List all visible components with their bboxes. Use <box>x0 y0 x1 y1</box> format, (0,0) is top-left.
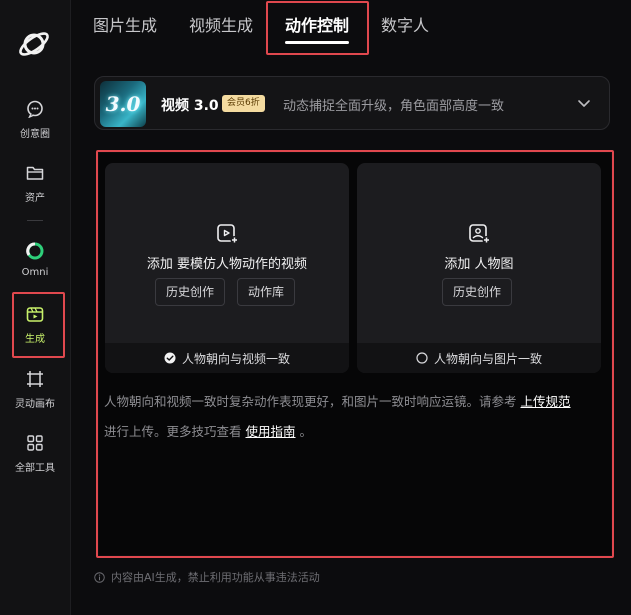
model-thumbnail: 3.0 <box>100 81 146 127</box>
add-image-icon <box>469 224 491 244</box>
upload-image-title: 添加 人物图 <box>444 257 514 272</box>
sidebar-item-label: 资产 <box>25 193 45 204</box>
checked-circle-icon <box>164 352 176 364</box>
sidebar-item-label: 全部工具 <box>15 463 55 474</box>
upload-video-card[interactable]: 添加 要模仿人物动作的视频 历史创作 动作库 人物朝向与视频一致 <box>105 163 349 373</box>
app-logo-icon[interactable] <box>16 26 52 62</box>
sidebar-item-all-tools[interactable]: 全部工具 <box>0 432 70 482</box>
sidebar-item-label: 生成 <box>25 334 45 345</box>
upload-image-card[interactable]: 添加 人物图 历史创作 人物朝向与图片一致 <box>357 163 601 373</box>
tips-text-3: 。 <box>299 424 313 439</box>
sidebar-item-label: 创意圈 <box>20 129 50 140</box>
member-discount-badge: 会员6折 <box>222 95 265 112</box>
model-name: 视频 3.0 <box>161 98 219 114</box>
sidebar-item-canvas[interactable]: 灵动画布 <box>0 368 70 418</box>
upload-panel: 添加 要模仿人物动作的视频 历史创作 动作库 人物朝向与视频一致 添加 人物图 … <box>99 153 611 555</box>
sidebar-item-community[interactable]: 创意圈 <box>0 98 70 148</box>
add-video-icon <box>217 224 239 244</box>
history-creation-button[interactable]: 历史创作 <box>442 278 513 306</box>
motion-library-button[interactable]: 动作库 <box>237 278 296 306</box>
tips-text-1: 人物朝向和视频一致时复杂动作表现更好，和图片一致时响应运镜。请参考 <box>104 394 517 409</box>
orientation-video-label: 人物朝向与视频一致 <box>181 351 290 366</box>
grid-apps-icon <box>27 435 43 451</box>
upload-tips: 人物朝向和视频一致时复杂动作表现更好，和图片一致时响应运镜。请参考 上传规范 进… <box>104 387 604 447</box>
generate-icon <box>26 307 44 322</box>
sidebar-item-assets[interactable]: 资产 <box>0 162 70 212</box>
sidebar-item-label: 灵动画布 <box>15 399 55 410</box>
disclaimer-text: 内容由AI生成，禁止利用功能从事违法活动 <box>111 571 320 584</box>
upload-video-title: 添加 要模仿人物动作的视频 <box>146 257 308 272</box>
upload-spec-link[interactable]: 上传规范 <box>521 394 571 409</box>
tab-image-generation[interactable]: 图片生成 <box>93 12 157 36</box>
sidebar-item-omni[interactable]: Omni <box>0 240 70 290</box>
model-selector[interactable]: 3.0 视频 3.0 会员6折 动态捕捉全面升级，角色面部高度一致 <box>94 76 610 130</box>
chevron-down-icon[interactable] <box>577 96 591 110</box>
sidebar-item-generate[interactable]: 生成 <box>0 303 70 353</box>
orientation-match-image-option[interactable]: 人物朝向与图片一致 <box>357 343 601 373</box>
tab-video-generation[interactable]: 视频生成 <box>189 12 253 36</box>
info-icon <box>94 571 105 583</box>
orientation-match-video-option[interactable]: 人物朝向与视频一致 <box>105 343 349 373</box>
canvas-frame-icon <box>27 371 43 387</box>
active-tab-highlight <box>266 1 369 55</box>
ai-disclaimer: 内容由AI生成，禁止利用功能从事违法活动 <box>94 569 320 585</box>
tips-text-2: 进行上传。更多技巧查看 <box>104 424 242 439</box>
chat-bubble-icon <box>27 100 43 118</box>
sidebar: 创意圈 资产 Omni 生成 灵动画布 全部工具 <box>0 0 71 615</box>
usage-guide-link[interactable]: 使用指南 <box>246 424 296 439</box>
radio-unchecked-icon <box>416 352 428 364</box>
history-creation-button[interactable]: 历史创作 <box>155 278 226 306</box>
omni-ring-icon <box>26 242 44 260</box>
model-description: 动态捕捉全面升级，角色面部高度一致 <box>283 99 505 114</box>
folder-icon <box>26 166 44 180</box>
tab-digital-human[interactable]: 数字人 <box>381 12 429 36</box>
sidebar-divider <box>27 220 43 221</box>
sidebar-item-label: Omni <box>21 267 49 278</box>
orientation-image-label: 人物朝向与图片一致 <box>433 351 542 366</box>
